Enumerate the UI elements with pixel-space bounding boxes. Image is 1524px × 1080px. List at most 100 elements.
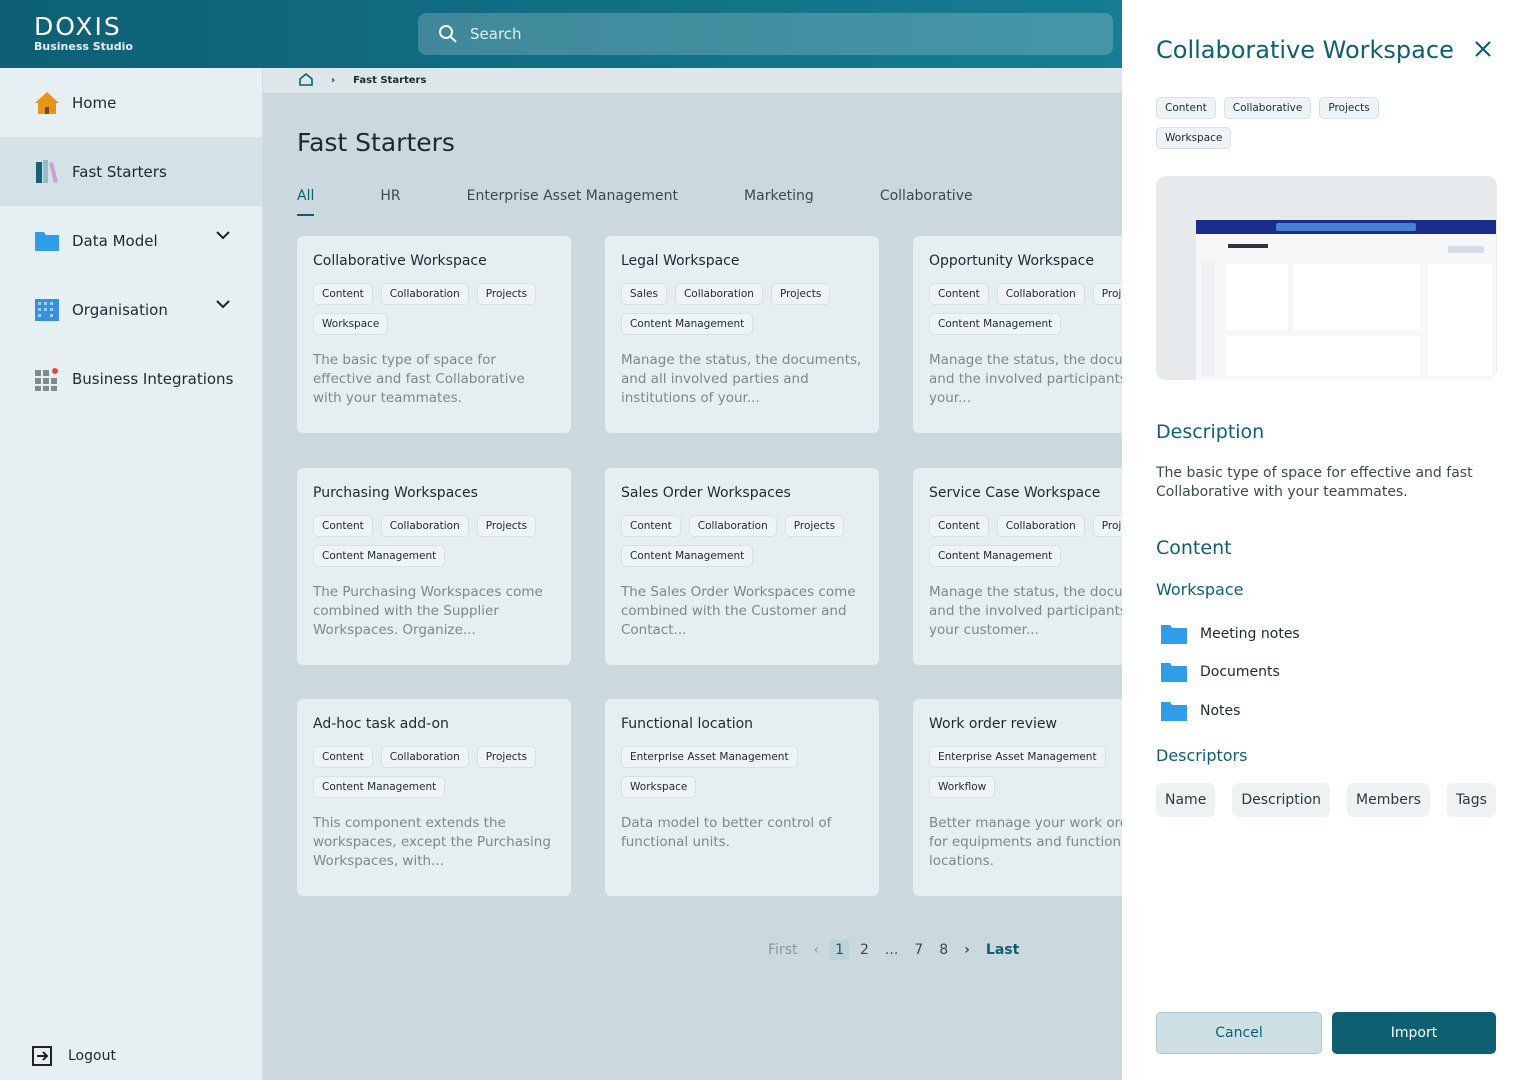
chevron-right-icon: › xyxy=(331,75,336,86)
sidebar: Home Fast Starters Data Model Organisati… xyxy=(0,68,263,1080)
card-grid: Collaborative Workspace Content Collaborat… xyxy=(263,93,1122,1080)
folder-item[interactable]: Notes xyxy=(1160,699,1240,723)
chevron-right-icon[interactable]: › xyxy=(964,942,970,958)
folder-item[interactable]: Meeting notes xyxy=(1160,622,1300,646)
descriptor-list: Name Description Members Tags xyxy=(1156,783,1496,817)
tag: Content xyxy=(929,515,989,537)
sidebar-item-label: Data Model xyxy=(72,231,158,250)
card-tags: Sales Collaboration Projects Content Manage… xyxy=(621,283,863,335)
tag: Collaboration xyxy=(996,515,1085,537)
search-input[interactable]: Search xyxy=(418,13,1113,55)
tag: Content Management xyxy=(929,313,1062,335)
folder-icon xyxy=(35,231,59,251)
sidebar-item-home[interactable]: Home xyxy=(0,68,262,137)
card-tags: Content Collaboration Projects Workspace xyxy=(313,283,555,335)
tag: Content Management xyxy=(929,545,1062,567)
sidebar-item-label: Business Integrations xyxy=(72,369,234,388)
import-button[interactable]: Import xyxy=(1332,1012,1496,1054)
tag: Content Management xyxy=(313,545,446,567)
drawer-title: Collaborative Workspace xyxy=(1156,36,1454,64)
starter-card[interactable]: Work order review Enterprise Asset Manage… xyxy=(913,699,1122,896)
tag: Projects xyxy=(476,283,537,305)
sidebar-item-fast-starters[interactable]: Fast Starters xyxy=(0,137,262,206)
tag: Content xyxy=(313,515,373,537)
folder-icon xyxy=(1161,663,1187,682)
home-icon[interactable] xyxy=(299,72,313,89)
description-heading: Description xyxy=(1156,421,1265,443)
preview-image xyxy=(1156,176,1497,380)
card-tags: Content Collaboration Projects Content Mana… xyxy=(929,283,1122,335)
chevron-down-icon[interactable] xyxy=(216,299,230,309)
logout-icon xyxy=(32,1046,52,1066)
logo[interactable]: DOXIS Business Studio xyxy=(34,12,133,54)
page-button[interactable]: 7 xyxy=(914,942,923,958)
folder-label: Meeting notes xyxy=(1200,626,1300,642)
card-title: Work order review xyxy=(929,716,1057,732)
tag: Content xyxy=(1156,97,1216,119)
first-page-button[interactable]: First xyxy=(768,942,797,958)
card-title: Legal Workspace xyxy=(621,253,740,269)
card-tags: Content Collaboration Projects Content Mana… xyxy=(313,515,555,567)
starter-card[interactable]: Legal Workspace Sales Collaboration Project… xyxy=(605,236,879,433)
cancel-button[interactable]: Cancel xyxy=(1156,1012,1322,1054)
sidebar-item-label: Organisation xyxy=(72,300,168,319)
page-button[interactable]: 1 xyxy=(830,940,849,960)
starter-card[interactable]: Service Case Workspace Content Collaborati… xyxy=(913,468,1122,665)
home-icon xyxy=(35,91,59,114)
descriptor-chip: Members xyxy=(1347,783,1430,817)
breadcrumb-current: Fast Starters xyxy=(353,75,427,86)
page-button[interactable]: 2 xyxy=(860,942,869,958)
breadcrumb: › Fast Starters xyxy=(263,68,1122,93)
starter-card[interactable]: Sales Order Workspaces Content Collaborati… xyxy=(605,468,879,665)
card-description: Data model to better control of function… xyxy=(621,815,832,850)
card-description: This component extends the workspaces, e… xyxy=(313,815,551,869)
tag: Content xyxy=(313,746,373,768)
chevron-down-icon[interactable] xyxy=(216,230,230,240)
search-placeholder: Search xyxy=(470,25,522,43)
card-description: Manage the status, the documents, and al… xyxy=(621,352,862,406)
tag: Enterprise Asset Management xyxy=(621,746,798,768)
top-bar: DOXIS Business Studio Search xyxy=(0,0,1122,68)
chevron-left-icon[interactable]: ‹ xyxy=(813,942,819,958)
card-description: The basic type of space for effective an… xyxy=(313,352,525,406)
card-title: Collaborative Workspace xyxy=(313,253,487,269)
logout-button[interactable]: Logout xyxy=(32,1046,116,1066)
page-button[interactable]: 8 xyxy=(939,942,948,958)
starter-card[interactable]: Collaborative Workspace Content Collaborat… xyxy=(297,236,571,433)
starter-card[interactable]: Purchasing Workspaces Content Collaboratio… xyxy=(297,468,571,665)
tag: Content Management xyxy=(621,545,754,567)
card-tags: Content Collaboration Projects Content Mana… xyxy=(929,515,1122,567)
detail-drawer: Collaborative Workspace Content Collabor… xyxy=(1122,0,1524,1080)
tag: Workflow xyxy=(929,776,996,798)
starter-card[interactable]: Ad-hoc task add-on Content Collaboration Pr… xyxy=(297,699,571,896)
tag: Projects xyxy=(1319,97,1379,119)
tag: Workspace xyxy=(621,776,697,798)
descriptor-chip: Tags xyxy=(1446,783,1496,817)
tag: Workspace xyxy=(313,313,389,335)
tag: Sales xyxy=(621,283,667,305)
logo-text: DOXIS xyxy=(34,12,122,41)
card-title: Opportunity Workspace xyxy=(929,253,1094,269)
card-description: Better manage your work orders for equip… xyxy=(929,815,1122,869)
pagination: First ‹ 1 2 ... 7 8 › Last xyxy=(768,940,1035,960)
sidebar-item-data-model[interactable]: Data Model xyxy=(0,206,262,275)
grid-icon xyxy=(35,367,58,391)
folder-item[interactable]: Documents xyxy=(1160,660,1280,684)
sidebar-item-business-integrations[interactable]: Business Integrations xyxy=(0,344,262,413)
starter-card[interactable]: Functional location Enterprise Asset Mana… xyxy=(605,699,879,896)
starter-card[interactable]: Opportunity Workspace Content Collaboratio… xyxy=(913,236,1122,433)
building-icon xyxy=(35,298,59,321)
tag: Collaborative xyxy=(1223,97,1312,119)
sidebar-item-organisation[interactable]: Organisation xyxy=(0,275,262,344)
card-description: The Sales Order Workspaces come combined… xyxy=(621,584,856,638)
close-icon[interactable] xyxy=(1474,40,1492,58)
last-page-button[interactable]: Last xyxy=(986,942,1019,958)
tag: Content xyxy=(929,283,989,305)
tag: Projects xyxy=(1092,515,1122,537)
description-text: The basic type of space for effective an… xyxy=(1156,465,1473,500)
tag: Collaboration xyxy=(380,746,469,768)
search-icon xyxy=(439,25,457,43)
card-tags: Content Collaboration Projects Content Mana… xyxy=(313,746,555,798)
tag: Collaboration xyxy=(380,283,469,305)
sidebar-item-label: Home xyxy=(72,93,117,112)
